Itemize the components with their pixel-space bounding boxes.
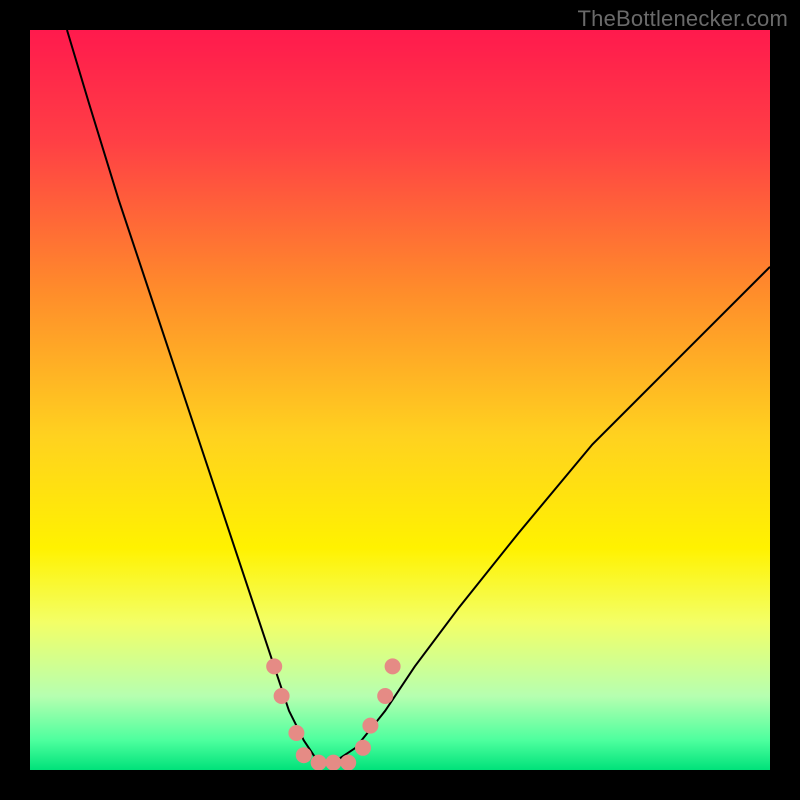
marker-dot — [274, 688, 290, 704]
marker-dot — [377, 688, 393, 704]
marker-dot — [288, 725, 304, 741]
marker-dot — [266, 658, 282, 674]
marker-dot — [296, 747, 312, 763]
plot-area — [30, 30, 770, 770]
chart-frame: TheBottlenecker.com — [0, 0, 800, 800]
marker-dot — [385, 658, 401, 674]
marker-dot — [325, 755, 341, 770]
gradient-bg — [30, 30, 770, 770]
marker-dot — [311, 755, 327, 770]
marker-dot — [362, 718, 378, 734]
chart-svg — [30, 30, 770, 770]
watermark-text: TheBottlenecker.com — [578, 6, 788, 32]
marker-dot — [355, 740, 371, 756]
marker-dot — [340, 755, 356, 770]
